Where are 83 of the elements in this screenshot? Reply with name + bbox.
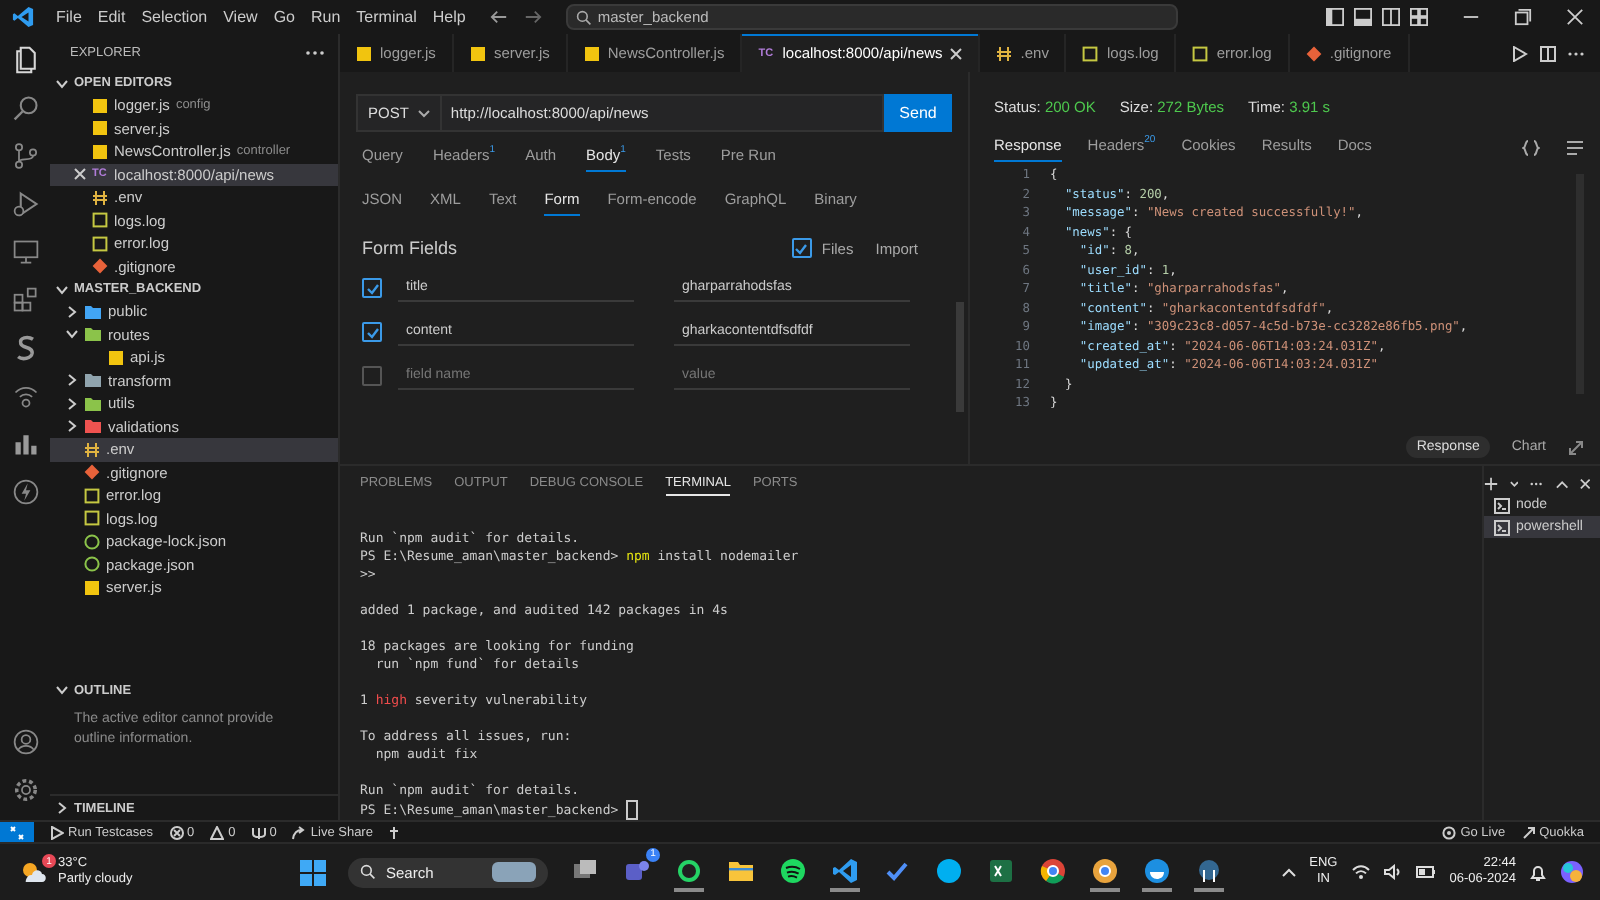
diamond-file-icon [84, 464, 100, 481]
wifi-icon[interactable] [1351, 864, 1370, 880]
remote-icon [10, 825, 24, 839]
square-outline-file-icon [1082, 45, 1099, 61]
settings-icon[interactable] [11, 776, 39, 804]
diamond-file-icon [92, 258, 108, 275]
search-icon[interactable] [11, 94, 39, 122]
checkbox[interactable] [362, 322, 382, 342]
more-icon[interactable] [306, 50, 324, 56]
account-icon[interactable] [11, 728, 39, 756]
chevron-up-icon[interactable] [1555, 479, 1568, 489]
play-icon [50, 825, 64, 839]
send-button[interactable]: Send [884, 94, 952, 132]
menu-item[interactable]: Go [265, 8, 303, 26]
form-title: Form Fields [362, 238, 458, 258]
close-icon[interactable] [74, 168, 86, 181]
close-icon[interactable] [1566, 8, 1584, 26]
battery-icon[interactable] [1415, 866, 1436, 878]
close-icon[interactable] [950, 47, 963, 59]
hash-file-icon [84, 441, 100, 458]
chevron-down-icon[interactable] [1510, 480, 1519, 488]
menu-item[interactable]: Selection [133, 8, 216, 26]
search-icon [575, 9, 592, 25]
cloud-sun-icon[interactable] [20, 860, 48, 884]
plus-icon[interactable] [1484, 476, 1499, 492]
checkbox[interactable] [362, 366, 382, 386]
terminal-icon [1494, 519, 1510, 535]
square-file-icon [469, 45, 486, 61]
expand-icon[interactable] [1568, 439, 1584, 455]
browser-icon[interactable] [1090, 853, 1120, 891]
arrow-icon [1521, 825, 1536, 839]
terminal-icon [1494, 497, 1510, 513]
square-file-icon [356, 45, 372, 61]
square-file-icon [108, 349, 124, 366]
volume-icon[interactable] [1383, 864, 1402, 880]
extensions-icon[interactable] [11, 286, 39, 314]
files-icon[interactable] [11, 46, 39, 74]
wrap-lines-icon[interactable] [1566, 140, 1584, 156]
antenna-icon [251, 825, 266, 839]
square-outline-file-icon [1192, 45, 1209, 61]
checkbox[interactable] [791, 238, 812, 258]
remote-button[interactable] [0, 822, 34, 842]
square-file-icon [583, 45, 600, 61]
back-arrow-icon[interactable] [489, 8, 508, 26]
remote-explorer-icon[interactable] [11, 238, 39, 266]
hash-file-icon [92, 189, 108, 206]
braces-icon[interactable] [1522, 140, 1540, 156]
menu-item[interactable]: Terminal [348, 8, 425, 26]
start-icon[interactable] [300, 859, 326, 885]
bell-icon[interactable] [1530, 863, 1546, 881]
chevron-up-icon[interactable] [1281, 867, 1296, 877]
close-icon[interactable] [1579, 478, 1590, 490]
square-file-icon [84, 579, 100, 596]
broadcast-icon [1442, 825, 1457, 839]
forward-arrow-icon[interactable] [523, 8, 542, 26]
share-arrow-icon [292, 825, 307, 839]
split-editor-icon[interactable] [1540, 45, 1556, 61]
menu-item[interactable]: Run [302, 8, 349, 26]
sparkle-app-icon[interactable] [1560, 860, 1584, 884]
wifi-person-icon[interactable] [11, 382, 39, 410]
menu-item[interactable]: View [215, 8, 266, 26]
play-icon[interactable] [1512, 45, 1528, 61]
restore-icon[interactable] [1514, 8, 1532, 26]
diamond-file-icon [1305, 45, 1322, 61]
chevron-down-icon [418, 109, 431, 117]
hash-file-icon [996, 45, 1013, 61]
layout-icon[interactable] [1326, 8, 1344, 26]
checkbox[interactable] [362, 278, 382, 298]
menu-item[interactable]: File [48, 8, 90, 26]
source-control-icon[interactable] [11, 142, 39, 170]
editor-logo-icon [12, 6, 34, 28]
menu-item[interactable]: Edit [89, 8, 134, 26]
run-debug-icon[interactable] [11, 190, 39, 218]
layout-icon[interactable] [1354, 8, 1372, 26]
error-icon [169, 825, 184, 839]
search-icon [360, 864, 376, 880]
code-editor-icon[interactable] [830, 853, 860, 891]
bar-chart-icon[interactable] [11, 430, 39, 458]
layout-icon[interactable] [1382, 8, 1400, 26]
menu-item[interactable]: Help [424, 8, 474, 26]
warning-icon [210, 825, 225, 839]
layout-icon[interactable] [1410, 8, 1428, 26]
lightning-circle-icon[interactable] [11, 478, 39, 506]
